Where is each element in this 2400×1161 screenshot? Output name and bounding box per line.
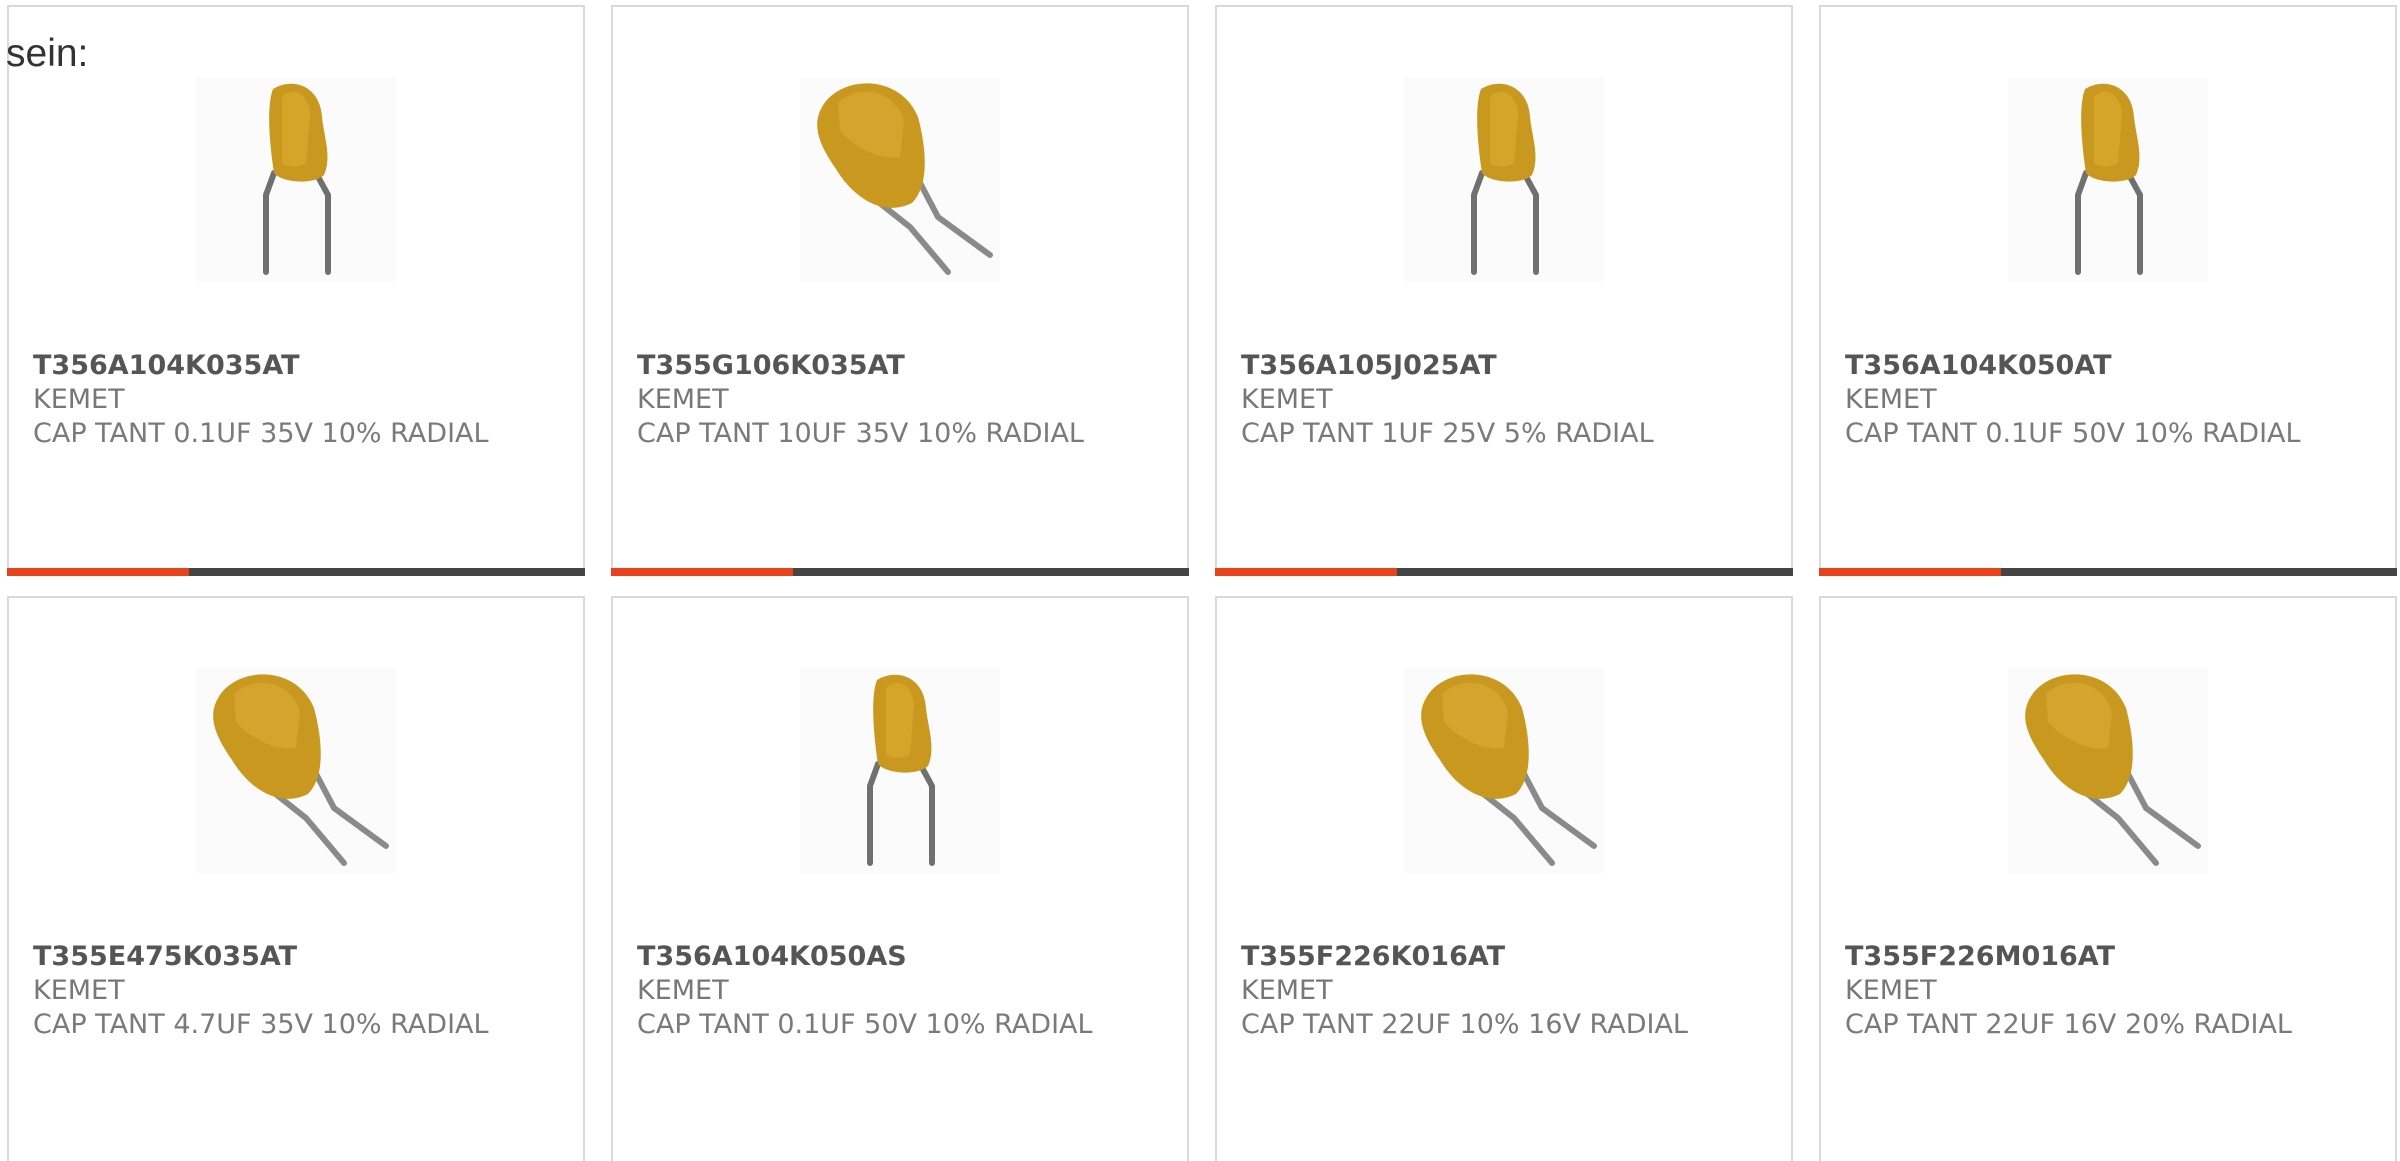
product-description: CAP TANT 0.1UF 35V 10% RADIAL — [33, 418, 489, 449]
card-bottom-bar — [1819, 568, 2397, 576]
product-card[interactable]: T356A105J025AT KEMET CAP TANT 1UF 25V 5%… — [1215, 5, 1793, 576]
manufacturer: KEMET — [33, 975, 125, 1006]
capacitor-bulb-icon — [196, 668, 396, 873]
card-bottom-bar — [1215, 568, 1793, 576]
capacitor-bulb-icon — [800, 77, 1000, 282]
product-description: CAP TANT 0.1UF 50V 10% RADIAL — [637, 1009, 1093, 1040]
manufacturer: KEMET — [1845, 975, 1937, 1006]
capacitor-bulb-icon — [1404, 668, 1604, 873]
product-card[interactable]: T356A104K035AT KEMET CAP TANT 0.1UF 35V … — [7, 5, 585, 576]
capacitor-upright-icon — [196, 77, 396, 282]
card-accent-bar — [1215, 568, 1397, 576]
manufacturer: KEMET — [1845, 384, 1937, 415]
product-description: CAP TANT 0.1UF 50V 10% RADIAL — [1845, 418, 2301, 449]
manufacturer: KEMET — [1241, 975, 1333, 1006]
product-description: CAP TANT 1UF 25V 5% RADIAL — [1241, 418, 1654, 449]
card-bottom-bar — [611, 568, 1189, 576]
product-description: CAP TANT 4.7UF 35V 10% RADIAL — [33, 1009, 489, 1040]
card-bottom-bar — [7, 568, 585, 576]
product-card[interactable]: T356A104K050AT KEMET CAP TANT 0.1UF 50V … — [1819, 5, 2397, 576]
card-accent-bar — [1819, 568, 2001, 576]
part-number[interactable]: T355E475K035AT — [33, 940, 553, 974]
capacitor-upright-icon — [2008, 77, 2208, 282]
part-number[interactable]: T355G106K035AT — [637, 349, 1157, 383]
product-grid: T356A104K035AT KEMET CAP TANT 0.1UF 35V … — [0, 0, 2400, 1161]
lead-text: sein: — [6, 32, 89, 75]
product-card[interactable]: T355G106K035AT KEMET CAP TANT 10UF 35V 1… — [611, 5, 1189, 576]
manufacturer: KEMET — [637, 384, 729, 415]
product-card[interactable]: T355F226K016AT KEMET CAP TANT 22UF 10% 1… — [1215, 596, 1793, 1161]
capacitor-upright-icon — [1404, 77, 1604, 282]
product-description: CAP TANT 22UF 16V 20% RADIAL — [1845, 1009, 2292, 1040]
product-card[interactable]: T356A104K050AS KEMET CAP TANT 0.1UF 50V … — [611, 596, 1189, 1161]
manufacturer: KEMET — [1241, 384, 1333, 415]
part-number[interactable]: T356A104K050AT — [1845, 349, 2365, 383]
capacitor-bulb-icon — [2008, 668, 2208, 873]
product-description: CAP TANT 22UF 10% 16V RADIAL — [1241, 1009, 1688, 1040]
product-card[interactable]: T355E475K035AT KEMET CAP TANT 4.7UF 35V … — [7, 596, 585, 1161]
manufacturer: KEMET — [33, 384, 125, 415]
part-number[interactable]: T356A105J025AT — [1241, 349, 1761, 383]
part-number[interactable]: T355F226K016AT — [1241, 940, 1761, 974]
part-number[interactable]: T355F226M016AT — [1845, 940, 2365, 974]
product-description: CAP TANT 10UF 35V 10% RADIAL — [637, 418, 1084, 449]
part-number[interactable]: T356A104K050AS — [637, 940, 1157, 974]
manufacturer: KEMET — [637, 975, 729, 1006]
card-accent-bar — [7, 568, 189, 576]
card-accent-bar — [611, 568, 793, 576]
product-card[interactable]: T355F226M016AT KEMET CAP TANT 22UF 16V 2… — [1819, 596, 2397, 1161]
capacitor-upright-icon — [800, 668, 1000, 873]
part-number[interactable]: T356A104K035AT — [33, 349, 553, 383]
